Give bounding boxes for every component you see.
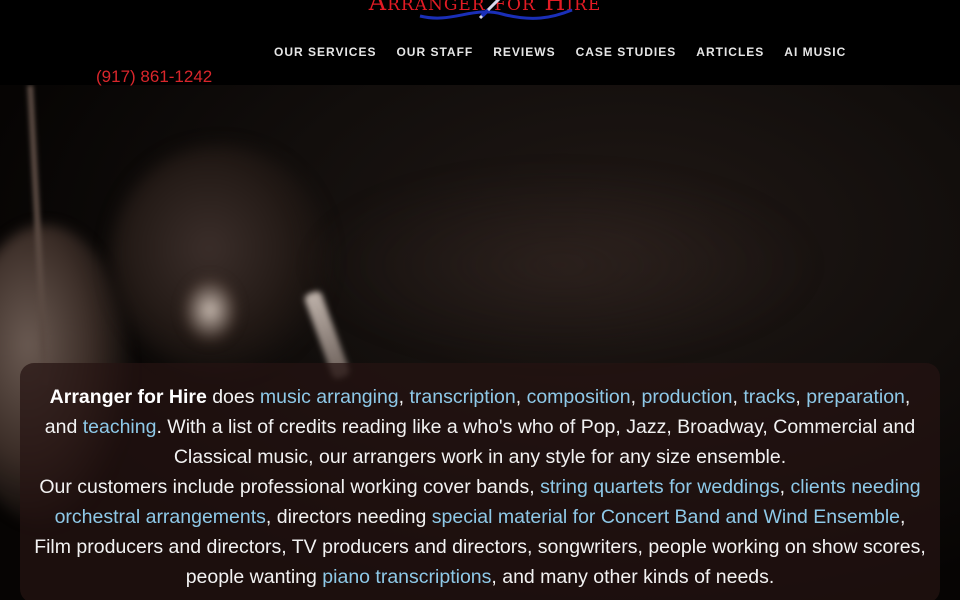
intro-text: Arranger for Hire does music arranging , … [34, 382, 926, 592]
link-tracks[interactable]: tracks [743, 386, 795, 408]
customers-paragraph: Our customers include professional worki… [34, 472, 926, 592]
link-preparation[interactable]: preparation [806, 386, 905, 408]
main-nav: OUR SERVICES OUR STAFF REVIEWS CASE STUD… [274, 44, 866, 60]
intro-sep-4: , [732, 386, 744, 408]
link-transcription[interactable]: transcription [410, 386, 516, 408]
customers-text-4: , and many other kinds of needs. [491, 566, 775, 588]
nav-case-studies[interactable]: CASE STUDIES [576, 44, 677, 60]
link-teaching[interactable]: teaching [83, 416, 157, 438]
intro-sep-3: , [630, 386, 642, 408]
bg-highlight [180, 275, 240, 345]
link-production[interactable]: production [641, 386, 732, 408]
intro-text-3: . With a list of credits reading like a … [156, 416, 916, 468]
nav-reviews[interactable]: REVIEWS [493, 44, 555, 60]
intro-sep-5: , [795, 386, 807, 408]
intro-paragraph: Arranger for Hire does music arranging, … [34, 382, 926, 472]
nav-articles[interactable]: ARTICLES [696, 44, 764, 60]
customers-text-1: Our customers include professional worki… [39, 476, 541, 498]
bg-faint-letters [300, 165, 820, 365]
link-composition[interactable]: composition [527, 386, 631, 408]
site-logo[interactable]: Arranger for Hire [362, 0, 608, 32]
nav-ai-music[interactable]: AI MUSIC [784, 44, 846, 60]
phone-link[interactable]: (917) 861-1242 [96, 67, 212, 87]
link-string-quartets[interactable]: string quartets for weddings [540, 476, 780, 498]
intro-sep-1: , [398, 386, 410, 408]
nav-our-services[interactable]: OUR SERVICES [274, 44, 376, 60]
link-music-arranging[interactable]: music arranging [260, 386, 399, 408]
site-header: Arranger for Hire OUR SERVICES OUR STAFF… [0, 0, 960, 87]
intro-sep-2: , [515, 386, 527, 408]
link-special-material[interactable]: special material for Concert Band and Wi… [432, 506, 900, 528]
brand-name: Arranger for Hire [49, 386, 207, 408]
intro-text-1: does [206, 386, 260, 408]
customers-text-2: , directors needing [265, 506, 432, 528]
link-piano-transcriptions[interactable]: piano transcriptions [322, 566, 491, 588]
nav-our-staff[interactable]: OUR STAFF [396, 44, 473, 60]
customers-sep-1: , [779, 476, 791, 498]
pen-stroke-icon [419, 0, 573, 20]
